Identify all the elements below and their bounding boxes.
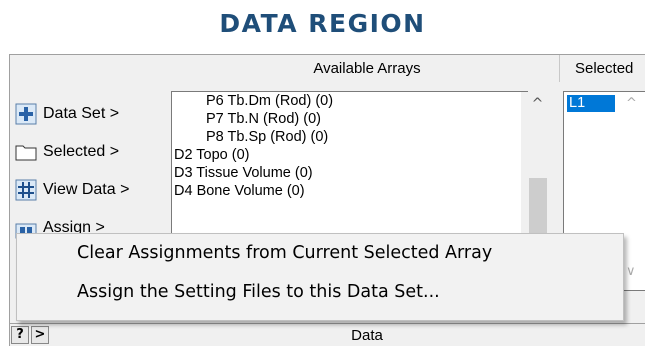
menu-item-assign-setting-files[interactable]: Assign the Setting Files to this Data Se… [17, 273, 623, 312]
grid-icon [15, 179, 37, 201]
list-item[interactable]: D3 Tissue Volume (0) [172, 164, 527, 182]
bottom-bar: ? > Data [10, 323, 645, 347]
list-item[interactable]: P7 Tb.N (Rod) (0) [172, 110, 527, 128]
list-item[interactable]: D2 Topo (0) [172, 146, 527, 164]
expand-button[interactable]: > [31, 326, 49, 344]
selected-label: Selected > [43, 143, 120, 160]
data-label: Data [351, 327, 383, 344]
region-title: DATA REGION [219, 9, 426, 38]
help-button[interactable]: ? [11, 326, 29, 344]
selected-item[interactable]: L1 [567, 95, 615, 112]
selected-button[interactable]: Selected > [15, 137, 119, 167]
plus-box-icon [15, 103, 37, 125]
scroll-up-icon[interactable]: ^ [521, 94, 554, 114]
context-menu: Clear Assignments from Current Selected … [16, 233, 624, 321]
available-arrays-header: Available Arrays [313, 60, 421, 77]
list-item[interactable]: P8 Tb.Sp (Rod) (0) [172, 128, 527, 146]
menu-item-clear-assignments[interactable]: Clear Assignments from Current Selected … [17, 234, 623, 273]
view-data-button[interactable]: View Data > [15, 175, 129, 205]
data-set-label: Data Set > [43, 105, 120, 122]
selected-header: Selected [575, 60, 634, 77]
scroll-up-icon[interactable]: ^ [626, 96, 637, 111]
scroll-down-icon[interactable]: ∨ [626, 264, 636, 279]
view-data-label: View Data > [43, 181, 130, 198]
header-separator [559, 55, 560, 82]
folder-icon [15, 141, 37, 163]
list-item[interactable]: D4 Bone Volume (0) [172, 182, 527, 200]
list-item[interactable]: P6 Tb.Dm (Rod) (0) [172, 92, 527, 110]
data-set-button[interactable]: Data Set > [15, 99, 119, 129]
